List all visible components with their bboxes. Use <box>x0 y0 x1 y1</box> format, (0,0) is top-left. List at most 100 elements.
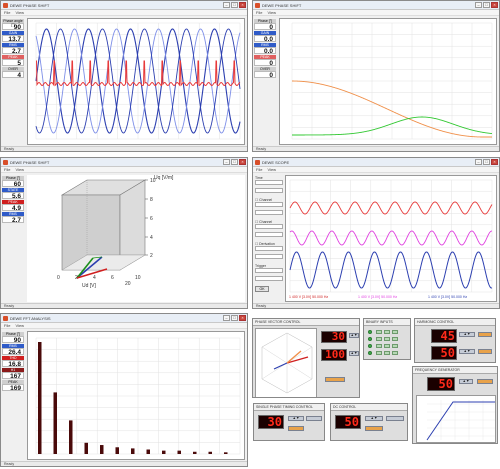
input-btn-7[interactable] <box>376 344 382 348</box>
menu-bar: File View <box>253 167 499 173</box>
amp-spin[interactable]: ▲▼ <box>349 351 359 356</box>
maximize-button[interactable]: □ <box>483 159 490 165</box>
channel-select-4[interactable] <box>255 232 283 237</box>
maximize-button[interactable]: □ <box>231 159 238 165</box>
channel-select-3[interactable] <box>255 224 283 229</box>
panel-title: SINGLE PHASE TIMING CONTROL <box>254 404 324 411</box>
derivation-select-2[interactable] <box>255 254 283 259</box>
harmonic-apply-1[interactable] <box>478 332 492 337</box>
fft-bar-1 <box>53 392 57 454</box>
menu-file[interactable]: File <box>256 10 262 15</box>
maximize-button[interactable]: □ <box>231 315 238 321</box>
trigger-select[interactable] <box>255 268 283 273</box>
harmonic-apply-2[interactable] <box>478 349 492 354</box>
meter-rms: RMS 2.7 <box>2 43 24 55</box>
phase-shift-window-2: DEWE PHASE SHIFT – □ × File View Phase [°] 0… <box>252 0 500 152</box>
input-btn-1[interactable] <box>376 330 382 334</box>
menu-file[interactable]: File <box>4 10 10 15</box>
menu-file[interactable]: File <box>4 167 10 172</box>
fft-plot <box>27 331 245 460</box>
fft-bar-11 <box>208 451 212 454</box>
time-select-2[interactable] <box>255 188 283 193</box>
harmonic-control-panel: HARMONIC CONTROL 45 50 ▲▼ ▲▼ <box>414 318 496 363</box>
harmonic-spin-2[interactable]: ▲▼ <box>459 349 475 354</box>
fft-window: DEWE FFT ANALYSIS – □ × File View Phase [°]… <box>0 313 248 467</box>
fft-bar-0 <box>38 342 42 454</box>
input-btn-12[interactable] <box>392 351 398 355</box>
input-led-2[interactable] <box>368 337 372 341</box>
panel-title: HARMONIC CONTROL <box>415 319 495 326</box>
x-axis-label: Ud [V] <box>82 283 97 289</box>
phase-spin[interactable]: ▲▼ <box>349 333 359 338</box>
menu-file[interactable]: File <box>256 167 262 172</box>
svg-text:6: 6 <box>150 216 153 222</box>
input-led-4[interactable] <box>368 351 372 355</box>
close-button[interactable]: × <box>491 159 498 165</box>
panel-title: PHASE VECTOR CONTROL <box>253 319 359 326</box>
input-btn-9[interactable] <box>392 344 398 348</box>
menu-view[interactable]: View <box>267 10 276 15</box>
sine-chart-svg <box>35 22 241 140</box>
dc-mode[interactable] <box>386 416 404 421</box>
input-led-1[interactable] <box>368 330 372 334</box>
meter-phase: Phase [°] 60 <box>2 176 24 188</box>
meter-peak: PEAK 0 <box>254 55 276 67</box>
meter-rms: RMS 26.4 <box>2 344 24 356</box>
gridlines <box>291 22 493 140</box>
menu-view[interactable]: View <box>267 167 276 172</box>
minimize-button[interactable]: – <box>475 159 482 165</box>
minimize-button[interactable]: – <box>223 315 230 321</box>
trigger-select-2[interactable] <box>255 276 283 281</box>
minimize-button[interactable]: – <box>223 159 230 165</box>
close-button[interactable]: × <box>239 2 246 8</box>
menu-view[interactable]: View <box>15 323 24 328</box>
input-btn-6[interactable] <box>392 337 398 341</box>
gridlines <box>289 179 493 293</box>
input-btn-3[interactable] <box>392 330 398 334</box>
menu-view[interactable]: View <box>15 167 24 172</box>
apply-button[interactable] <box>325 377 345 382</box>
time-select[interactable] <box>255 180 283 185</box>
input-btn-10[interactable] <box>376 351 382 355</box>
window-title: DEWE SCOPE <box>262 160 290 165</box>
input-btn-5[interactable] <box>384 337 390 341</box>
input-btn-8[interactable] <box>384 344 390 348</box>
timing-mode[interactable] <box>306 416 322 421</box>
freq-apply[interactable] <box>477 379 493 384</box>
timing-spin[interactable]: ▲▼ <box>288 416 304 421</box>
ok-button[interactable]: OK <box>255 286 269 292</box>
minimize-button[interactable]: – <box>475 2 482 8</box>
meter-gain: GAIN 13.7 <box>2 31 24 43</box>
freq-spin[interactable]: ▲▼ <box>459 379 473 384</box>
channel-select[interactable] <box>255 202 283 207</box>
maximize-button[interactable]: □ <box>231 2 238 8</box>
menu-view[interactable]: View <box>15 10 24 15</box>
window-title: DEWE PHASE SHIFT <box>262 3 302 8</box>
input-btn-11[interactable] <box>384 351 390 355</box>
app-icon <box>255 160 260 165</box>
window-title: DEWE FFT ANALYSIS <box>10 316 51 321</box>
menu-file[interactable]: File <box>4 323 10 328</box>
meter-rms: RMS 2.7 <box>2 212 24 224</box>
minimize-button[interactable]: – <box>223 2 230 8</box>
harmonic-spin-1[interactable]: ▲▼ <box>459 332 475 337</box>
input-btn-2[interactable] <box>384 330 390 334</box>
input-btn-4[interactable] <box>376 337 382 341</box>
status-bar: Ready <box>253 146 499 151</box>
meter-over: OVER 4 <box>2 67 24 79</box>
status-bar: Ready <box>1 303 247 308</box>
dc-spin[interactable]: ▲▼ <box>365 416 383 421</box>
maximize-button[interactable]: □ <box>483 2 490 8</box>
close-button[interactable]: × <box>491 2 498 8</box>
sine-plot <box>27 18 245 145</box>
app-icon <box>3 160 8 165</box>
timing-apply[interactable] <box>288 426 304 431</box>
derivation-select[interactable] <box>255 246 283 251</box>
close-button[interactable]: × <box>239 315 246 321</box>
input-led-3[interactable] <box>368 344 372 348</box>
phase-vector-control: PHASE VECTOR CONTROL 30 100 ▲▼ ▲▼ <box>252 318 360 398</box>
dc-apply[interactable] <box>365 426 383 431</box>
close-button[interactable]: × <box>239 159 246 165</box>
channel-select-2[interactable] <box>255 210 283 215</box>
app-icon <box>3 316 8 321</box>
